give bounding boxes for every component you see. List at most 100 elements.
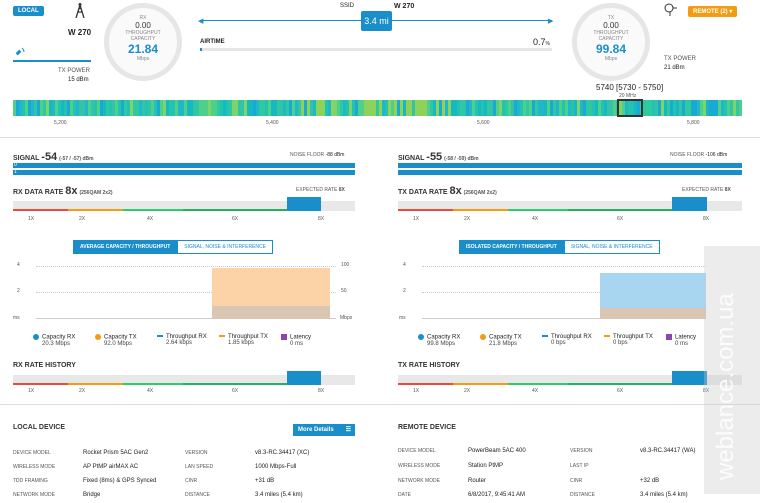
rate-tick: 6X [232,216,239,222]
legend-item: Capacity TX 21.8 Mbps [480,334,542,347]
remote-wireless-mode: WIRELESS MODE Station PtMP [398,463,504,469]
legend-dot [33,334,39,340]
y2-tick: 50 [341,288,347,294]
rate-seg [508,209,568,211]
y-tick: 2 [403,288,406,294]
rate-tick: 2X [79,388,86,394]
rate-seg [183,383,287,385]
y-tick: ms [13,315,20,321]
divider [0,137,760,138]
arrow-right-icon: ▶ [548,18,554,25]
local-device-title: LOCAL DEVICE [13,424,65,431]
gauge-unit: Mbps [604,56,618,62]
rate-seg [568,383,672,385]
more-details-button[interactable]: More Details ☰ [293,424,355,436]
remote-tx-power-value: 21 dBm [664,65,685,71]
local-cinr: CINR +31 dB [185,478,275,484]
remote-rate-selected [672,197,707,211]
local-noise-floor: NOISE FLOOR -88 dBm [290,152,345,158]
airtime-label: AIRTIME [200,39,225,45]
rate-seg [68,383,123,385]
remote-distance: DISTANCE 3.4 miles (5.4 km) [570,492,688,498]
chain0-label: 0 [14,162,17,168]
rate-tick: 2X [464,388,471,394]
rate-tick: 4X [532,388,539,394]
local-throughput-gauge: RX 0.00 THROUGHPUT CAPACITY 21.84 Mbps [104,3,182,81]
dish-icon [664,2,678,16]
rate-seg [13,383,68,385]
local-expected-rate: EXPECTED RATE 8X [296,187,345,193]
gauge-capacity-value: 99.84 [595,42,627,56]
rate-seg [508,383,568,385]
rate-tick: 2X [464,216,471,222]
distance-badge: 3.4 mi [361,11,392,31]
spectrum-cell [739,100,742,116]
legend-dot [95,334,101,340]
local-legend: Capacity RX 20.3 Mbps Capacity TX 92.0 Mbp… [33,334,343,347]
local-tx-power-label: TX POWER [58,68,91,74]
tab-isolated-capacity[interactable]: ISOLATED CAPACITY / THROUGHPUT [459,240,564,254]
capacity-tx-area [600,308,706,319]
remote-date: DATE 6/8/2017, 9:45:41 AM [398,492,526,498]
remote-badge[interactable]: REMOTE (2) ▾ [688,6,738,17]
y-tick: 2 [17,288,20,294]
rate-tick: 2X [79,216,86,222]
legend-item: Throughput RX 0 bps [542,334,604,347]
local-history-selected [287,371,321,385]
airtime-bar [200,48,552,51]
legend-item: Throughput TX 0 bps [604,334,666,347]
y2-tick: Mbps [340,315,353,321]
remote-last-ip: LAST IP [570,463,589,469]
remote-rate-history-title: TX RATE HISTORY [398,362,461,369]
tab-signal-noise[interactable]: SIGNAL, NOISE & INTERFERENCE [563,240,660,254]
legend-line [219,335,225,338]
rate-tick: 1X [413,388,420,394]
gauge-capacity-value: 21.84 [127,42,159,56]
menu-icon: ☰ [345,427,351,433]
remote-cinr: CINR +32 dB [570,478,660,484]
spectrum-tick: 5,600 [477,120,490,126]
remote-history-selected [672,371,707,385]
rate-tick: 6X [617,388,624,394]
rate-seg [68,209,123,211]
gauge-unit: Mbps [136,56,150,62]
tab-average-capacity[interactable]: AVERAGE CAPACITY / THROUGHPUT [73,240,178,254]
local-device-model: DEVICE MODEL Rocket Prism 5AC Gen2 [13,450,149,456]
legend-dot [480,334,486,340]
chain1-label: 1 [14,169,17,175]
rate-tick: 6X [617,216,624,222]
legend-item: Latency 0 ms [281,334,343,347]
local-rate-selected [287,197,321,211]
gauge-throughput-value: 0.00 [603,21,619,30]
rate-tick: 8X [318,388,325,394]
legend-square [281,334,287,340]
rate-seg [398,209,453,211]
local-wireless-mode: WIRELESS MODE AP PtMP airMAX AC [13,464,139,470]
local-badge[interactable]: LOCAL [13,6,44,16]
local-signal-chain0 [13,163,355,168]
divider [0,404,760,405]
remote-signal-chain1 [398,170,742,175]
legend-item: Capacity TX 92.0 Mbps [95,334,157,347]
legend-item: Throughput RX 2.64 kbps [157,334,219,347]
airtime-value: 0.7% [533,37,550,47]
capacity-rx-area [212,306,330,319]
rate-seg [568,209,672,211]
rate-tick: 1X [28,216,35,222]
legend-item: Capacity RX 99.8 Mbps [418,334,480,347]
spectrum-tick: 5,200 [54,120,67,126]
rate-seg [453,383,508,385]
remote-device-title: REMOTE DEVICE [398,424,456,431]
tab-signal-noise[interactable]: SIGNAL, NOISE & INTERFERENCE [177,240,273,254]
y-tick: ms [399,315,406,321]
spectrum-tick: 5,400 [266,120,279,126]
remote-expected-rate: EXPECTED RATE 8X [682,187,731,193]
local-rate-title: RX DATA RATE 8x (256QAM 2x2) [13,185,113,197]
satellite-icon [14,46,26,58]
local-lan-speed: LAN SPEED 1000 Mbps-Full [185,464,297,470]
channel-selector[interactable] [617,99,643,117]
local-signal-chain1 [13,170,355,175]
local-rate-history-title: RX RATE HISTORY [13,362,76,369]
rate-tick: 8X [318,216,325,222]
local-version: VERSION v8.3-RC.34417 (XC) [185,450,310,456]
